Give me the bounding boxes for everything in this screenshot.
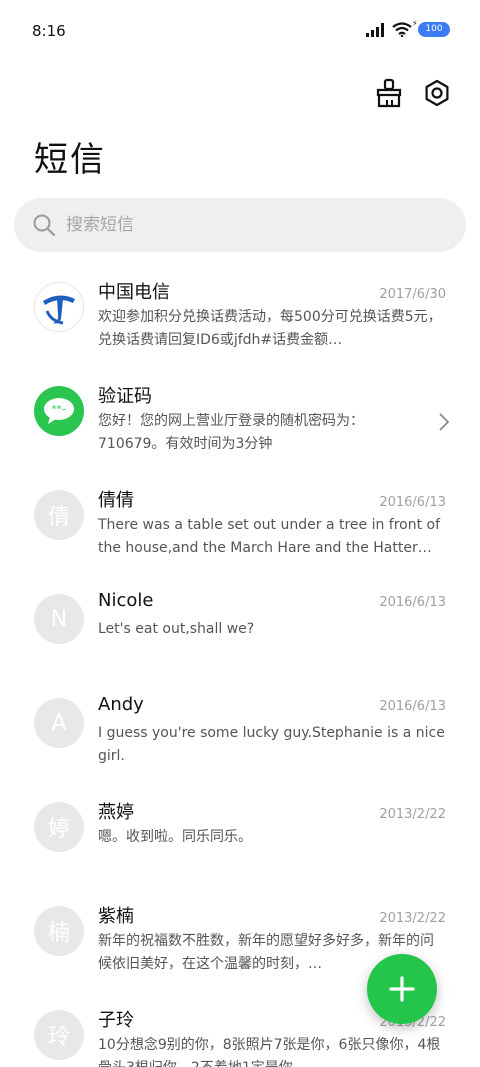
message-head: 验证码 [98, 382, 420, 408]
plus-icon [389, 976, 415, 1002]
message-preview: 欢迎参加积分兑换话费活动，每500分可兑换话费5元，兑换话费请回复ID6或jfd… [98, 309, 442, 348]
message-date: 2013/2/22 [379, 807, 446, 822]
message-preview: 10分想念9别的你，8张照片7张是你，6张只像你，4根骨头3根归你，2不着地1定… [98, 1037, 441, 1067]
avatar: N [34, 594, 84, 644]
avatar: 楠 [34, 906, 84, 956]
battery-level: 100 [425, 24, 443, 34]
message-row[interactable]: A Andy 2016/6/13 I guess you're some luc… [0, 684, 480, 788]
message-row[interactable]: 婷 燕婷 2013/2/22 嗯。收到啦。同乐同乐。 [0, 788, 480, 892]
message-date: 2016/6/13 [379, 699, 446, 714]
avatar: 玲 [34, 1010, 84, 1060]
message-row[interactable]: 中国电信 2017/6/30 欢迎参加积分兑换话费活动，每500分可兑换话费5元… [0, 268, 480, 372]
message-date: 2016/6/13 [379, 595, 446, 610]
message-body: 燕婷 2013/2/22 嗯。收到啦。同乐同乐。 [98, 798, 446, 849]
contact-name: Andy [98, 694, 144, 715]
top-actions [374, 78, 452, 108]
message-head: 紫楠 2013/2/22 [98, 902, 446, 928]
avatar: A [34, 698, 84, 748]
message-row[interactable]: **– 验证码 您好！您的网上营业厅登录的随机密码为：710679。有效时间为3… [0, 372, 480, 476]
status-time: 8:16 [32, 22, 66, 40]
search-icon [33, 214, 56, 237]
message-preview: Let's eat out,shall we? [98, 621, 255, 637]
avatar: 婷 [34, 802, 84, 852]
message-bubble-icon: **– [44, 398, 74, 424]
settings-icon [425, 79, 449, 107]
new-message-button[interactable] [367, 954, 437, 1024]
contact-name: 燕婷 [98, 802, 134, 823]
message-row[interactable]: N Nicole 2016/6/13 Let's eat out,shall w… [0, 580, 480, 684]
broom-icon [376, 78, 402, 108]
chevron-right-icon[interactable] [438, 412, 450, 432]
status-bar: 8:16 ⚡ 100 [0, 0, 480, 64]
message-preview: I guess you're some lucky guy.Stephanie … [98, 725, 445, 764]
contact-name: 中国电信 [98, 282, 170, 303]
message-preview: 您好！您的网上营业厅登录的随机密码为：710679。有效时间为3分钟 [98, 413, 364, 452]
svg-text:**–: **– [52, 404, 67, 415]
avatar: 倩 [34, 490, 84, 540]
wifi-icon [392, 22, 412, 37]
china-telecom-avatar [34, 282, 84, 332]
contact-name: 紫楠 [98, 906, 134, 927]
message-head: Nicole 2016/6/13 [98, 590, 446, 616]
message-date: 2017/6/30 [379, 287, 446, 302]
contact-name: 子玲 [98, 1010, 134, 1031]
charging-icon: ⚡ [412, 19, 418, 28]
settings-button[interactable] [422, 78, 452, 108]
message-head: Andy 2016/6/13 [98, 694, 446, 720]
china-telecom-logo-icon [43, 295, 75, 325]
message-date: 2016/6/13 [379, 495, 446, 510]
message-date: 2013/2/22 [379, 911, 446, 926]
contact-name: Nicole [98, 590, 154, 611]
message-body: 倩倩 2016/6/13 There was a table set out u… [98, 486, 446, 560]
message-head: 倩倩 2016/6/13 [98, 486, 446, 512]
message-row[interactable]: 倩 倩倩 2016/6/13 There was a table set out… [0, 476, 480, 580]
clean-button[interactable] [374, 78, 404, 108]
signal-icon [366, 22, 384, 37]
verification-avatar: **– [34, 386, 84, 436]
contact-name: 验证码 [98, 386, 152, 407]
battery-icon: ⚡ 100 [412, 19, 450, 37]
message-preview: 嗯。收到啦。同乐同乐。 [98, 829, 252, 845]
message-head: 燕婷 2013/2/22 [98, 798, 446, 824]
status-icons: ⚡ 100 [366, 19, 450, 37]
search-bar[interactable] [14, 198, 466, 252]
message-body: Andy 2016/6/13 I guess you're some lucky… [98, 694, 446, 768]
message-preview: There was a table set out under a tree i… [98, 517, 441, 556]
search-input[interactable] [66, 215, 426, 235]
message-body: Nicole 2016/6/13 Let's eat out,shall we? [98, 590, 446, 641]
message-head: 中国电信 2017/6/30 [98, 278, 446, 304]
message-body: 中国电信 2017/6/30 欢迎参加积分兑换话费活动，每500分可兑换话费5元… [98, 278, 446, 352]
page-title: 短信 [34, 140, 106, 180]
contact-name: 倩倩 [98, 490, 134, 511]
message-list: 中国电信 2017/6/30 欢迎参加积分兑换话费活动，每500分可兑换话费5元… [0, 268, 480, 1067]
message-body: 验证码 您好！您的网上营业厅登录的随机密码为：710679。有效时间为3分钟 [98, 382, 420, 456]
